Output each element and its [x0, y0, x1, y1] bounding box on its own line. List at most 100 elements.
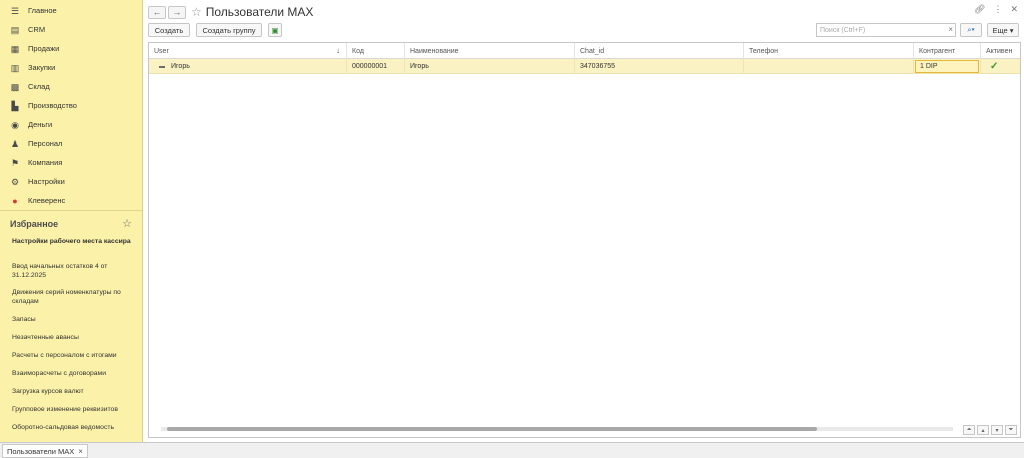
close-icon[interactable]: ✕ [1010, 4, 1018, 15]
sidebar-item-label: Деньги [28, 120, 53, 129]
scroll-up-icon[interactable]: ▴ [977, 425, 989, 435]
scroll-bottom-icon[interactable]: ⏷ [1005, 425, 1017, 435]
close-icon[interactable]: × [78, 447, 83, 456]
sidebar-item-label: Склад [28, 82, 50, 91]
app-window: ☰ Главное ▤ CRM ▦ Продажи ▥ Закупки ▩ Ск… [0, 0, 1024, 458]
excel-export-icon[interactable]: ▣ [268, 23, 282, 37]
cell-chat-id: 347036755 [575, 59, 744, 74]
create-group-button[interactable]: Создать группу [196, 23, 262, 37]
column-header-user[interactable]: User ↓ [149, 43, 347, 59]
flag-icon: ⚑ [10, 157, 20, 168]
forward-button[interactable]: → [168, 5, 186, 19]
title-bar: ← → ☆ Пользователи MAX 🔗︎ ⋮ ✕ [148, 4, 1020, 20]
cleverence-icon: ● [12, 195, 18, 206]
sidebar-item-sales[interactable]: ▦ Продажи [0, 39, 142, 58]
column-label: Код [352, 47, 364, 55]
more-label: Еще [992, 25, 1008, 35]
sidebar-item-label: Компания [28, 158, 63, 167]
toolbar: Создать Создать группу ▣ Поиск (Ctrl+F) … [148, 23, 1020, 39]
column-label: Телефон [749, 47, 779, 55]
tab-label: Пользователи MAX [7, 446, 75, 456]
title-actions: 🔗︎ ⋮ ✕ [974, 4, 1018, 15]
star-icon[interactable]: ☆ [191, 5, 202, 19]
minus-icon [159, 65, 165, 68]
gear-icon: ⚙ [10, 176, 20, 187]
column-label: Активен [986, 47, 1013, 55]
favorite-item[interactable]: Групповое изменение реквизитов [0, 404, 142, 422]
cell-phone [744, 59, 914, 74]
sidebar-item-label: Закупки [28, 63, 56, 72]
sidebar-item-people[interactable]: ♟ Персонал [0, 134, 142, 153]
cell-active: ✓ [981, 59, 1020, 74]
link-icon[interactable]: 🔗︎ [974, 4, 985, 15]
users-table: User ↓ Код Наименование Chat_id Телефон … [148, 42, 1021, 438]
cell-counterparty[interactable]: 1 DIP [914, 59, 981, 74]
table-row[interactable]: Игорь 000000001 Игорь 347036755 1 DIP ✓ [149, 59, 1020, 74]
scroll-down-icon[interactable]: ▾ [991, 425, 1003, 435]
sidebar-item-label: Клеверенс [28, 196, 66, 205]
sidebar-item-crm[interactable]: ▤ CRM [0, 20, 142, 39]
favorite-item[interactable]: Движения серий номенклатуры по складам [0, 288, 142, 314]
favorite-item[interactable]: Оборотно-сальдовая ведомость [0, 422, 142, 440]
favorite-item[interactable]: Запасы [0, 314, 142, 332]
sidebar: ☰ Главное ▤ CRM ▦ Продажи ▥ Закупки ▩ Ск… [0, 0, 143, 442]
favorite-item[interactable]: Загрузка курсов валют [0, 386, 142, 404]
sidebar-item-label: Продажи [28, 44, 60, 53]
sidebar-item-cleverence[interactable]: ● Клеверенс [0, 191, 142, 210]
horizontal-scrollbar[interactable] [161, 427, 953, 431]
checkmark-icon: ✓ [990, 61, 999, 72]
more-button[interactable]: Еще ▾ [987, 23, 1019, 37]
cell-text: Игорь [171, 63, 190, 70]
sidebar-item-money[interactable]: ◉ Деньги [0, 115, 142, 134]
search-input[interactable]: Поиск (Ctrl+F) × [816, 23, 956, 37]
column-label: Chat_id [580, 47, 605, 55]
more-vertical-icon[interactable]: ⋮ [993, 4, 1002, 15]
sidebar-item-label: Производство [28, 101, 77, 110]
favorites-title: Избранное [10, 218, 59, 229]
column-header-chat-id[interactable]: Chat_id [575, 43, 744, 59]
search-placeholder: Поиск (Ctrl+F) [820, 26, 866, 34]
column-header-counterparty[interactable]: Контрагент [914, 43, 981, 59]
cell-code: 000000001 [347, 59, 405, 74]
favorites-section: Избранное ☆ Настройки рабочего места кас… [0, 211, 142, 440]
favorite-item[interactable]: Незачтенные авансы [0, 332, 142, 350]
sidebar-item-purchases[interactable]: ▥ Закупки [0, 58, 142, 77]
money-icon: ◉ [11, 119, 19, 130]
sidebar-nav: ☰ Главное ▤ CRM ▦ Продажи ▥ Закупки ▩ Ск… [0, 0, 142, 210]
sales-icon: ▦ [10, 43, 20, 54]
clear-search-icon[interactable]: × [948, 25, 953, 34]
sidebar-item-label: Персонал [28, 139, 63, 148]
sidebar-item-company[interactable]: ⚑ Компания [0, 153, 142, 172]
tab-users-max[interactable]: Пользователи MAX × [2, 444, 88, 458]
search-button[interactable]: ⌕▾ [960, 23, 982, 37]
favorite-item[interactable]: Взаиморасчеты с договорами [0, 368, 142, 386]
sidebar-item-main[interactable]: ☰ Главное [0, 1, 142, 20]
column-header-code[interactable]: Код [347, 43, 405, 59]
scrollbar-thumb[interactable] [167, 427, 817, 431]
warehouse-icon: ▩ [10, 81, 20, 92]
main-area: ← → ☆ Пользователи MAX 🔗︎ ⋮ ✕ Создать Со… [144, 0, 1024, 442]
crm-icon: ▤ [10, 24, 20, 35]
create-button[interactable]: Создать [148, 23, 190, 37]
purchases-icon: ▥ [10, 62, 20, 73]
favorite-item[interactable]: Ввод начальных остатков 4 от 31.12.2025 [0, 262, 142, 288]
column-header-active[interactable]: Активен [981, 43, 1020, 59]
favorite-item[interactable]: Расчеты с персоналом с итогами [0, 350, 142, 368]
sidebar-item-settings[interactable]: ⚙ Настройки [0, 172, 142, 191]
sidebar-item-label: CRM [28, 25, 46, 34]
star-icon[interactable]: ☆ [122, 217, 132, 230]
column-header-name[interactable]: Наименование [405, 43, 575, 59]
sidebar-item-label: Главное [28, 6, 57, 15]
favorite-item[interactable]: Настройки рабочего места кассира [0, 236, 142, 262]
search-icon: ⌕▾ [967, 25, 975, 34]
sidebar-item-warehouse[interactable]: ▩ Склад [0, 77, 142, 96]
back-button[interactable]: ← [148, 5, 166, 19]
column-label: Контрагент [919, 47, 956, 55]
column-header-phone[interactable]: Телефон [744, 43, 914, 59]
sidebar-item-production[interactable]: ▙ Производство [0, 96, 142, 115]
cell-name: Игорь [405, 59, 575, 74]
cell-user: Игорь [149, 59, 347, 74]
counterparty-field[interactable]: 1 DIP [915, 60, 979, 73]
scroll-top-icon[interactable]: ⏶ [963, 425, 975, 435]
page-title: Пользователи MAX [205, 5, 314, 19]
